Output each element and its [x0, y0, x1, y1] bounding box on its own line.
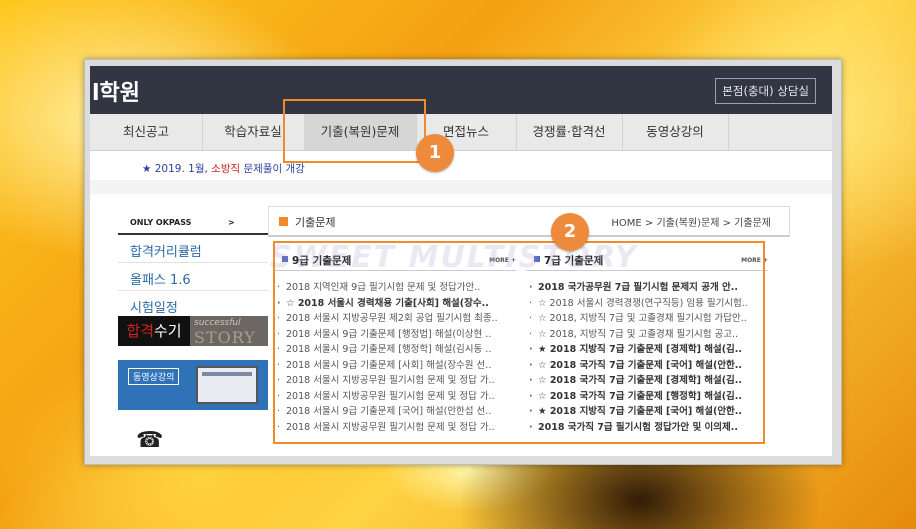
divider	[118, 262, 268, 263]
sidebar-item-schedule[interactable]: 시험일정	[130, 297, 178, 316]
notice-prefix: ★ 2019. 1월,	[142, 163, 212, 175]
consult-button[interactable]: 본점(충대) 상담실	[715, 78, 816, 104]
main-nav: 최신공고 학습자료실 기출(복원)문제 면접뉴스 경쟁률·합격선 동영상강의	[90, 114, 832, 151]
notice-ticker[interactable]: ★ 2019. 1월, 소방직 문제풀이 개강	[142, 161, 305, 176]
notice-suffix: 문제풀이 개강	[240, 163, 305, 175]
section-header: 기출문제 HOME > 기출(복원)문제 > 기출문제	[268, 206, 790, 237]
header-bar: l학원 본점(충대) 상담실	[90, 66, 832, 114]
highlight-box-nav	[283, 99, 426, 163]
notice-highlight: 소방직	[211, 163, 241, 175]
nav-latest-notice[interactable]: 최신공고	[90, 114, 203, 150]
banner-story-text: STORY	[194, 328, 256, 347]
breadcrumb[interactable]: HOME > 기출(복원)문제 > 기출문제	[611, 214, 771, 229]
site-logo[interactable]: l학원	[92, 75, 140, 107]
highlight-box-list	[273, 241, 765, 444]
nav-video-lectures[interactable]: 동영상강의	[622, 114, 729, 150]
divider	[118, 233, 268, 235]
success-story-banner[interactable]: 합격수기 successful STORY	[118, 316, 268, 347]
sidebar-item-curriculum[interactable]: 합격커리큘럼	[130, 241, 202, 260]
sidebar-item-allpass[interactable]: 올패스 1.6	[130, 269, 191, 288]
page-title: 기출문제	[295, 216, 336, 229]
divider	[118, 290, 268, 291]
nav-competition-rate[interactable]: 경쟁률·합격선	[516, 114, 623, 150]
monitor-icon	[196, 366, 258, 404]
okpass-title: ONLY OKPASS	[130, 218, 192, 227]
callout-badge-2: 2	[551, 213, 589, 251]
banner-label: 동영상강의	[128, 368, 180, 385]
banner-sub-text: successful	[194, 318, 241, 328]
phone-icon[interactable]: ☎	[136, 428, 163, 453]
banner-main-text: 합격수기	[118, 316, 190, 346]
spacer-bar	[90, 180, 832, 194]
section-marker-icon	[279, 217, 288, 226]
video-lecture-banner[interactable]: 동영상강의	[118, 360, 268, 410]
callout-badge-1: 1	[416, 134, 454, 172]
okpass-arrow[interactable]: >	[228, 218, 235, 227]
